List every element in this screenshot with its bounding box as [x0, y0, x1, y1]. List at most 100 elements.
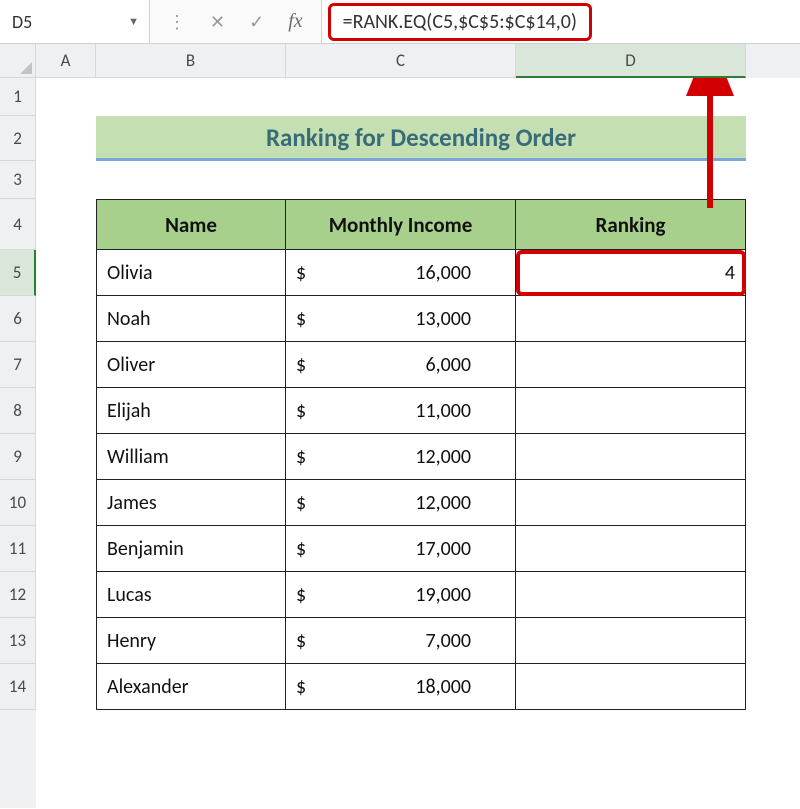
- cell-income[interactable]: $17,000: [286, 526, 516, 572]
- currency-symbol: $: [296, 491, 306, 515]
- income-amount: 11,000: [310, 399, 505, 423]
- income-amount: 7,000: [310, 629, 505, 653]
- currency-symbol: $: [296, 675, 306, 699]
- cell-name[interactable]: Alexander: [96, 664, 286, 710]
- row-header-11[interactable]: 11: [0, 526, 36, 572]
- cell-income[interactable]: $12,000: [286, 434, 516, 480]
- row-header-5[interactable]: 5: [0, 250, 36, 296]
- currency-symbol: $: [296, 445, 306, 469]
- column-headers: A B C D: [0, 44, 800, 78]
- table-row: Noah$13,000: [96, 296, 746, 342]
- currency-symbol: $: [296, 261, 306, 285]
- cell-income[interactable]: $19,000: [286, 572, 516, 618]
- cell-rank[interactable]: [516, 342, 746, 388]
- currency-symbol: $: [296, 629, 306, 653]
- cell-income[interactable]: $11,000: [286, 388, 516, 434]
- enter-icon[interactable]: ✓: [249, 11, 264, 33]
- cell-rank[interactable]: [516, 572, 746, 618]
- formula-bar-icons: ⋮ ✕ ✓ fx: [150, 0, 322, 43]
- name-box-value: D5: [12, 11, 32, 33]
- table-row: William$12,000: [96, 434, 746, 480]
- cell-name[interactable]: Olivia: [96, 250, 286, 296]
- col-header-C[interactable]: C: [286, 44, 516, 78]
- cell-rank[interactable]: [516, 434, 746, 480]
- table-row: Elijah$11,000: [96, 388, 746, 434]
- income-amount: 12,000: [310, 491, 505, 515]
- formula-input[interactable]: =RANK.EQ(C5,$C$5:$C$14,0): [328, 3, 592, 41]
- th-income[interactable]: Monthly Income: [286, 199, 516, 250]
- cell-rank[interactable]: [516, 296, 746, 342]
- col-header-B[interactable]: B: [96, 44, 286, 78]
- cell-rank[interactable]: [516, 618, 746, 664]
- income-amount: 19,000: [310, 583, 505, 607]
- cell-income[interactable]: $16,000: [286, 250, 516, 296]
- row-header-12[interactable]: 12: [0, 572, 36, 618]
- row-header-10[interactable]: 10: [0, 480, 36, 526]
- table-row: James$12,000: [96, 480, 746, 526]
- th-name[interactable]: Name: [96, 199, 286, 250]
- row-header-13[interactable]: 13: [0, 618, 36, 664]
- income-amount: 13,000: [310, 307, 505, 331]
- table-row: Alexander$18,000: [96, 664, 746, 710]
- row-header-2[interactable]: 2: [0, 116, 36, 161]
- cell-income[interactable]: $6,000: [286, 342, 516, 388]
- col-header-D[interactable]: D: [516, 44, 746, 78]
- cell-income[interactable]: $12,000: [286, 480, 516, 526]
- cell-name[interactable]: Benjamin: [96, 526, 286, 572]
- dropdown-icon[interactable]: ▼: [128, 15, 139, 28]
- currency-symbol: $: [296, 353, 306, 377]
- table-row: Oliver$6,000: [96, 342, 746, 388]
- spreadsheet: A B C D 1 2 3 4 5 6 7 8 9 10 11 12 13 14…: [0, 44, 800, 808]
- cell-rank[interactable]: [516, 526, 746, 572]
- cell-name[interactable]: Noah: [96, 296, 286, 342]
- cell-income[interactable]: $7,000: [286, 618, 516, 664]
- table-row: Lucas$19,000: [96, 572, 746, 618]
- currency-symbol: $: [296, 399, 306, 423]
- row-header-7[interactable]: 7: [0, 342, 36, 388]
- fx-icon[interactable]: fx: [288, 10, 302, 33]
- cancel-icon[interactable]: ✕: [210, 11, 225, 33]
- col-header-A[interactable]: A: [36, 44, 96, 78]
- formula-bar: D5 ▼ ⋮ ✕ ✓ fx =RANK.EQ(C5,$C$5:$C$14,0): [0, 0, 800, 44]
- currency-symbol: $: [296, 307, 306, 331]
- cell-name[interactable]: William: [96, 434, 286, 480]
- cell-income[interactable]: $13,000: [286, 296, 516, 342]
- row-header-14[interactable]: 14: [0, 664, 36, 710]
- name-box[interactable]: D5 ▼: [0, 0, 150, 43]
- cell-name[interactable]: Henry: [96, 618, 286, 664]
- cell-rank[interactable]: [516, 480, 746, 526]
- income-amount: 17,000: [310, 537, 505, 561]
- row-header-4[interactable]: 4: [0, 199, 36, 250]
- row-header-9[interactable]: 9: [0, 434, 36, 480]
- row-header-6[interactable]: 6: [0, 296, 36, 342]
- table-row: Olivia$16,0004: [96, 250, 746, 296]
- select-all-corner[interactable]: [0, 44, 36, 78]
- th-rank[interactable]: Ranking: [516, 199, 746, 250]
- title-text: Ranking for Descending Order: [266, 122, 576, 153]
- currency-symbol: $: [296, 583, 306, 607]
- table-row: Henry$7,000: [96, 618, 746, 664]
- cell-name[interactable]: Lucas: [96, 572, 286, 618]
- table-body: Olivia$16,0004Noah$13,000Oliver$6,000Eli…: [96, 250, 746, 710]
- cell-rank[interactable]: 4: [516, 250, 746, 296]
- cell-name[interactable]: James: [96, 480, 286, 526]
- history-icon[interactable]: ⋮: [168, 11, 186, 33]
- income-amount: 12,000: [310, 445, 505, 469]
- row-headers: 1 2 3 4 5 6 7 8 9 10 11 12 13 14: [0, 78, 36, 808]
- cell-name[interactable]: Elijah: [96, 388, 286, 434]
- income-amount: 18,000: [310, 675, 505, 699]
- page-title: Ranking for Descending Order: [96, 116, 746, 161]
- currency-symbol: $: [296, 537, 306, 561]
- row-header-8[interactable]: 8: [0, 388, 36, 434]
- cell-rank[interactable]: [516, 388, 746, 434]
- data-table: Name Monthly Income Ranking Olivia$16,00…: [96, 199, 746, 710]
- cell-name[interactable]: Oliver: [96, 342, 286, 388]
- income-amount: 6,000: [310, 353, 505, 377]
- row-header-1[interactable]: 1: [0, 78, 36, 116]
- income-amount: 16,000: [310, 261, 505, 285]
- table-header-row: Name Monthly Income Ranking: [96, 199, 746, 250]
- cells-area[interactable]: Ranking for Descending Order Name Monthl…: [36, 78, 746, 808]
- cell-rank[interactable]: [516, 664, 746, 710]
- cell-income[interactable]: $18,000: [286, 664, 516, 710]
- row-header-3[interactable]: 3: [0, 161, 36, 199]
